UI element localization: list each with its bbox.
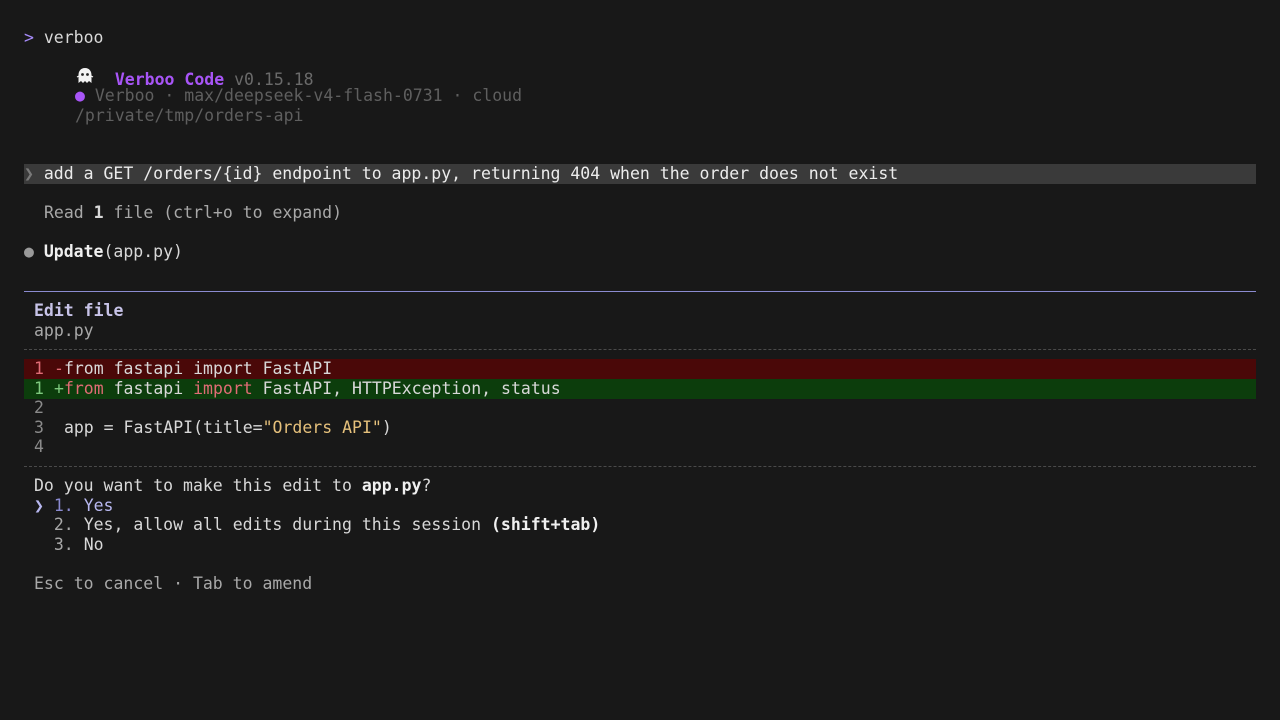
- diff-line-added: 1 +from fastapi import FastAPI, HTTPExcep…: [24, 379, 1256, 399]
- code-text: from fastapi: [63, 359, 194, 378]
- question-text: Do you want to make this edit to: [34, 476, 362, 495]
- code-keyword: from: [63, 379, 104, 398]
- banner-title-row: Verboo Code v0.15.18: [75, 67, 314, 89]
- update-tool-call: ● Update(app.py): [24, 242, 183, 262]
- diff-line-context: 2: [24, 398, 1256, 418]
- read-files-summary[interactable]: Read 1 file (ctrl+o to expand): [44, 203, 342, 223]
- code-keyword: import: [193, 379, 253, 398]
- user-message-text: add a GET /orders/{id} endpoint to app.p…: [43, 164, 899, 183]
- read-prefix: Read: [44, 203, 94, 222]
- line-number: 1: [34, 359, 44, 378]
- panel-top-border: [24, 291, 1256, 292]
- code-text: FastAPI: [252, 359, 333, 378]
- code-text: FastAPI, HTTPException, status: [252, 379, 561, 398]
- option-marker: [34, 515, 44, 534]
- option-no[interactable]: 3. No: [34, 535, 104, 555]
- edit-panel-filename: app.py: [34, 321, 94, 340]
- working-directory: /private/tmp/orders-api: [75, 106, 304, 125]
- line-number: 3: [34, 418, 44, 437]
- option-label: Yes, allow all edits during this session: [83, 515, 491, 534]
- code-text: fastapi: [103, 379, 194, 398]
- question-filename: app.py: [361, 476, 422, 495]
- update-tool-arg: (app.py): [103, 242, 183, 261]
- user-message: ❯ add a GET /orders/{id} endpoint to app…: [24, 164, 1256, 184]
- read-suffix: file (ctrl+o to expand): [103, 203, 343, 222]
- edit-panel-title: Edit file: [34, 301, 124, 320]
- diff-sign: -: [54, 359, 64, 378]
- selection-chevron-icon: ❯: [34, 496, 44, 515]
- chevron-right-icon: ❯: [24, 164, 34, 183]
- option-number: 2.: [53, 515, 74, 534]
- provider-line: Verboo · max/deepseek-v4-flash-0731 · cl…: [94, 86, 523, 105]
- update-tool-name: Update: [43, 242, 104, 261]
- line-number: 2: [34, 398, 44, 417]
- code-text: app = FastAPI(title=: [63, 418, 263, 437]
- diff-sign: +: [54, 379, 64, 398]
- option-yes[interactable]: ❯ 1. Yes: [34, 496, 114, 516]
- diff-line-context: 3 app = FastAPI(title="Orders API"): [24, 418, 1256, 438]
- bullet-icon: ●: [24, 242, 34, 261]
- read-count: 1: [93, 203, 104, 222]
- diff-line-context: 4: [24, 437, 1256, 457]
- option-number: 3.: [53, 535, 74, 554]
- option-shortcut-hint: (shift+tab): [490, 515, 601, 534]
- footer-hint: Esc to cancel · Tab to amend: [34, 574, 313, 593]
- shell-prompt: > verboo: [24, 28, 103, 48]
- shell-command: verboo: [43, 28, 104, 47]
- confirm-question: Do you want to make this edit to app.py?: [34, 476, 431, 496]
- prompt-caret: >: [24, 28, 34, 47]
- diff-top-divider: [24, 349, 1256, 350]
- code-string: "Orders API": [262, 418, 382, 437]
- option-label: No: [83, 535, 104, 554]
- option-marker: [34, 535, 44, 554]
- line-number: 1: [34, 379, 44, 398]
- diff-line-removed: 1 -from fastapi import FastAPI: [24, 359, 1256, 379]
- banner-provider-row: ● Verboo · max/deepseek-v4-flash-0731 · …: [75, 86, 522, 106]
- diff-bottom-divider: [24, 466, 1256, 467]
- status-dot-icon: ●: [75, 86, 85, 105]
- code-keyword: import: [193, 359, 253, 378]
- option-yes-allow-all[interactable]: 2. Yes, allow all edits during this sess…: [34, 515, 600, 535]
- option-label: Yes: [83, 496, 114, 515]
- code-text: ): [381, 418, 392, 437]
- option-number: 1.: [53, 496, 74, 515]
- question-mark: ?: [421, 476, 432, 495]
- line-number: 4: [34, 437, 44, 456]
